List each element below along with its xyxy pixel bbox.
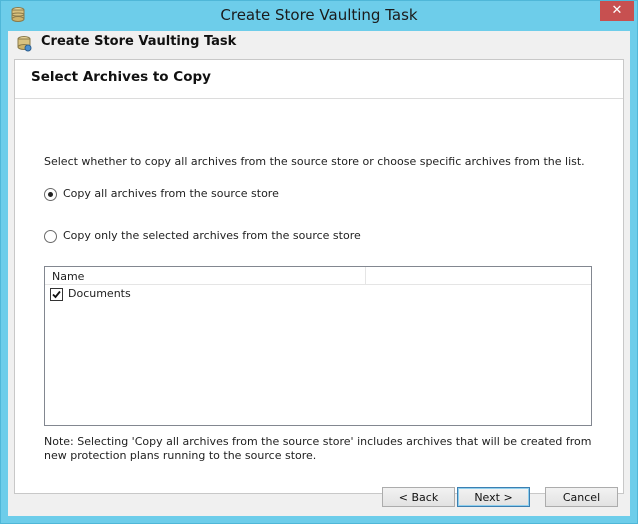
list-header: Name: [45, 267, 591, 285]
wizard-page: Select Archives to Copy Select whether t…: [14, 59, 624, 494]
page-title: Select Archives to Copy: [31, 69, 211, 85]
back-button[interactable]: < Back: [382, 487, 455, 507]
window-title: Create Store Vaulting Task: [220, 6, 418, 24]
dialog-client-area: Create Store Vaulting Task Select Archiv…: [8, 31, 630, 516]
radio-copy-selected-label: Copy only the selected archives from the…: [63, 229, 361, 242]
note-text: Note: Selecting 'Copy all archives from …: [44, 435, 592, 462]
close-icon: ✕: [611, 3, 623, 18]
wizard-header: Create Store Vaulting Task: [8, 31, 630, 55]
title-divider: [15, 98, 623, 99]
radio-button-unselected[interactable]: [44, 230, 57, 243]
column-divider[interactable]: [365, 267, 366, 284]
archives-list[interactable]: Name Documents: [44, 266, 592, 426]
archive-checkbox[interactable]: [50, 288, 63, 301]
vault-header-icon: [16, 35, 32, 52]
instruction-text: Select whether to copy all archives from…: [44, 155, 585, 168]
radio-button-selected[interactable]: [44, 188, 57, 201]
radio-copy-all-label: Copy all archives from the source store: [63, 187, 279, 200]
close-button[interactable]: ✕: [600, 1, 634, 21]
next-button[interactable]: Next >: [457, 487, 530, 507]
title-bar[interactable]: Create Store Vaulting Task ✕: [1, 1, 637, 31]
archive-name: Documents: [68, 287, 131, 300]
cancel-button[interactable]: Cancel: [545, 487, 618, 507]
dialog-window: Create Store Vaulting Task ✕ Create Stor…: [0, 0, 638, 524]
wizard-header-title: Create Store Vaulting Task: [41, 34, 237, 49]
column-header-name[interactable]: Name: [52, 270, 84, 283]
checkmark-icon: [52, 290, 61, 299]
